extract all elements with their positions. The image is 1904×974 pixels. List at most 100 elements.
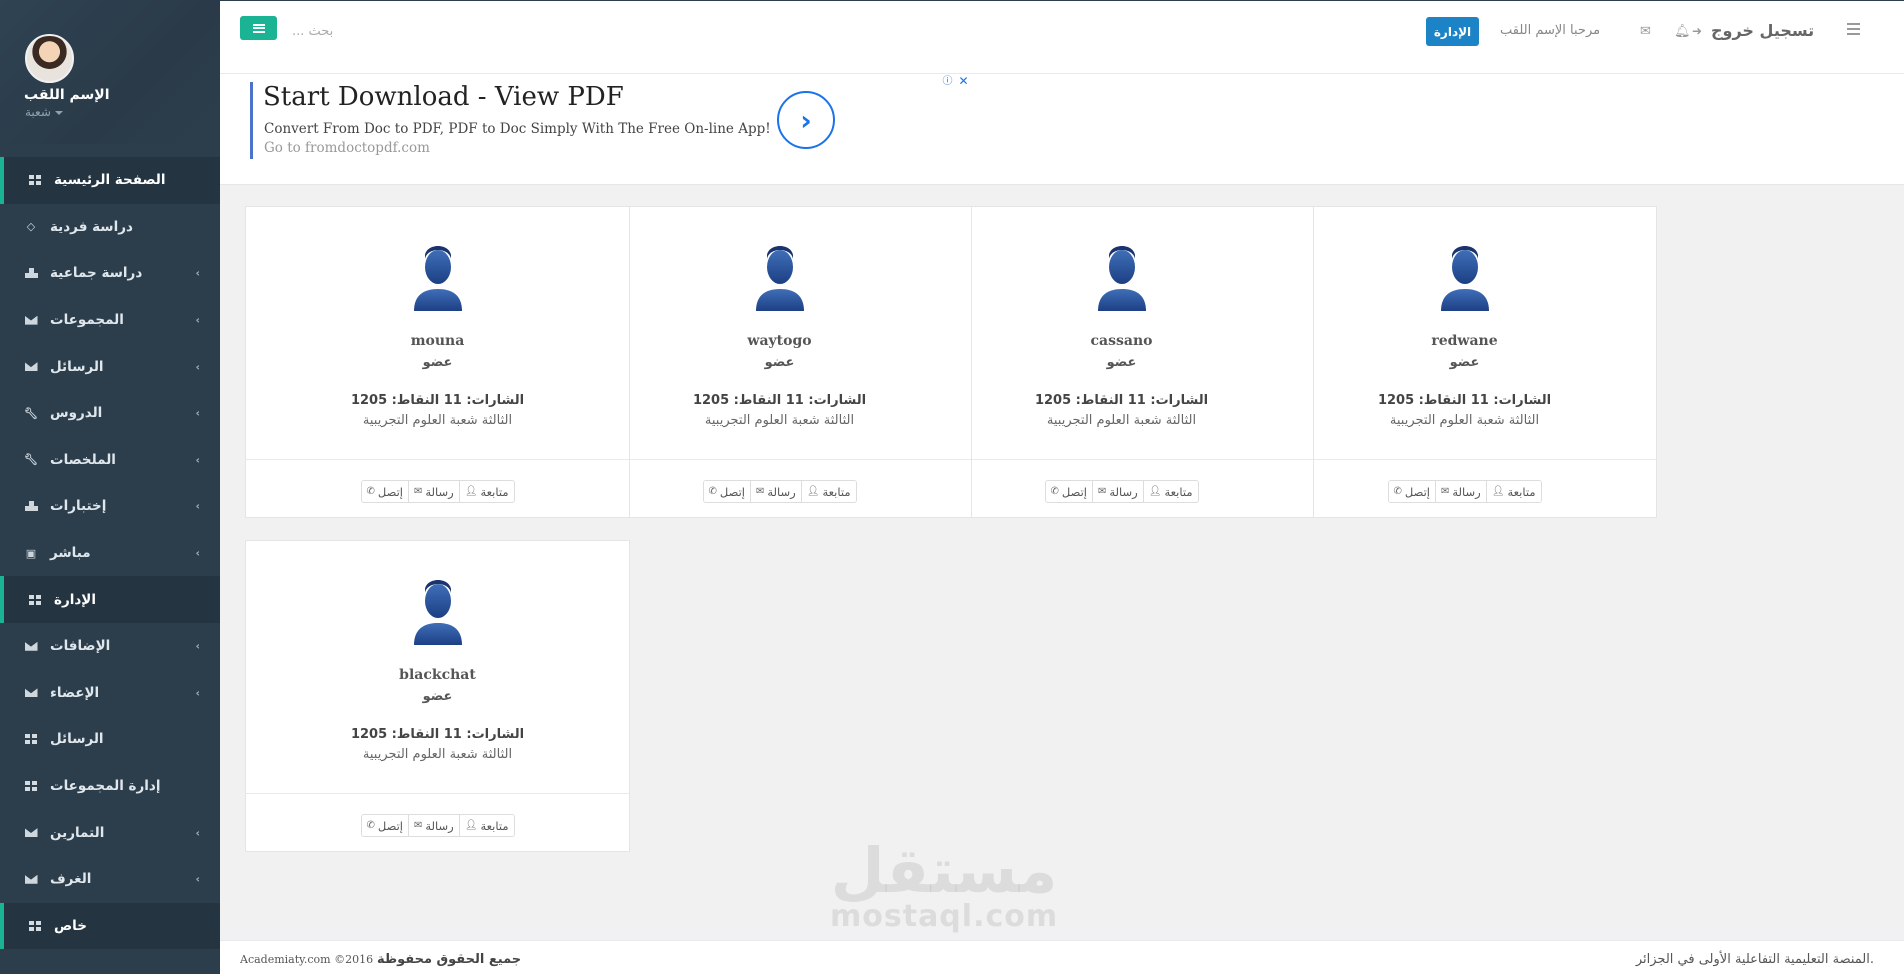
follow-button[interactable]: 👤︎ متابعة <box>1142 481 1198 502</box>
list-icon[interactable] <box>1847 23 1860 35</box>
user-plus-icon: 👤︎ <box>464 820 478 831</box>
user-avatar-icon[interactable] <box>752 243 808 311</box>
grid-icon <box>28 173 42 187</box>
watermark-latin: mostaql.com <box>830 899 1059 934</box>
member-class: الثالثة شعبة العلوم التجريبية <box>704 413 855 428</box>
member-role: عضو <box>1106 355 1137 370</box>
member-card: cassano عضو الشارات: 11 النقاط: 1205 الثالث… <box>929 206 1314 518</box>
message-button[interactable]: ✉ رسالة <box>1091 481 1143 502</box>
user-avatar-icon[interactable] <box>410 243 466 311</box>
member-role: عضو <box>422 689 453 704</box>
member-name[interactable]: redwane <box>1273 333 1656 349</box>
sidebar-item[interactable]: الصفحة الرئيسية <box>0 157 220 204</box>
bell-icon[interactable]: 🔔︎ <box>1674 24 1691 39</box>
wrench-icon: 🔧︎ <box>24 453 38 467</box>
sidebar-item[interactable]: إختبارات ‹ <box>0 483 220 530</box>
contact-button[interactable]: ✆ إتصل <box>1388 481 1435 502</box>
admin-button[interactable]: الإدارة <box>1426 17 1479 46</box>
sidebar-item[interactable]: الإضافات ‹ <box>0 623 220 670</box>
sidebar-item[interactable]: الإعضاء ‹ <box>0 670 220 717</box>
sidebar-item[interactable]: ▣ مباشر ‹ <box>0 530 220 577</box>
chevron-right-icon[interactable]: › <box>777 91 835 149</box>
contact-button[interactable]: ✆ إتصل <box>361 815 408 836</box>
follow-button[interactable]: 👤︎ متابعة <box>458 481 514 502</box>
sidebar-item[interactable]: ◇ دراسة فردية <box>0 204 220 251</box>
sidebar-item[interactable]: التمارين ‹ <box>0 809 220 856</box>
message-button[interactable]: ✉ رسالة <box>1434 481 1486 502</box>
user-avatar-icon[interactable] <box>1437 243 1493 311</box>
follow-button[interactable]: 👤︎ متابعة <box>800 481 856 502</box>
sidebar-item[interactable]: الرسائل ‹ <box>0 343 220 390</box>
follow-button[interactable]: 👤︎ متابعة <box>458 815 514 836</box>
sidebar-item[interactable]: 🔧︎ الدروس ‹ <box>0 390 220 437</box>
sitemap-icon <box>24 499 38 513</box>
profile-dropdown[interactable]: شعبة <box>25 105 63 119</box>
user-avatar-icon[interactable] <box>410 577 466 645</box>
footer-tagline: المنصة التعليمية التفاعلية الأولى في الج… <box>1635 952 1874 967</box>
message-button[interactable]: ✉ رسالة <box>407 815 459 836</box>
member-name[interactable]: blackchat <box>246 667 629 683</box>
member-name[interactable]: mouna <box>246 333 629 349</box>
sidebar-item[interactable]: المجموعات ‹ <box>0 297 220 344</box>
avatar[interactable] <box>25 34 74 83</box>
envelope-icon <box>24 826 38 840</box>
action-button-group: ✆ إتصل ✉ رسالة 👤︎ متابعة <box>1387 480 1542 503</box>
menu-toggle-button[interactable] <box>240 16 277 40</box>
ad-link[interactable]: Go to fromdoctopdf.com <box>264 140 430 156</box>
contact-button[interactable]: ✆ إتصل <box>361 481 408 502</box>
message-button[interactable]: ✉ رسالة <box>749 481 801 502</box>
sidebar-item[interactable]: إدارة المجموعات <box>0 763 220 810</box>
ad-title[interactable]: Start Download - View PDF <box>263 82 624 112</box>
message-button[interactable]: ✉ رسالة <box>407 481 459 502</box>
user-plus-icon: 👤︎ <box>464 486 478 497</box>
sidebar-item[interactable]: الرسائل <box>0 716 220 763</box>
logout-link[interactable]: تسجيل خروج <box>1711 21 1814 40</box>
welcome-text: مرحبا الإسم اللقب <box>1500 23 1601 38</box>
footer-rights: جميع الحقوق محفوظة <box>376 952 522 967</box>
member-name[interactable]: waytogo <box>588 333 971 349</box>
sidebar-item[interactable]: الغرف ‹ <box>0 856 220 903</box>
profile-panel: الإسم اللقب شعبة <box>0 0 220 144</box>
member-card-body: cassano عضو الشارات: 11 النقاط: 1205 الثالث… <box>930 207 1313 460</box>
member-class: الثالثة شعبة العلوم التجريبية <box>362 413 513 428</box>
member-class: الثالثة شعبة العلوم التجريبية <box>1389 413 1540 428</box>
close-icon[interactable]: ✕ <box>956 74 971 89</box>
ad-banner[interactable]: Start Download - View PDF Convert From D… <box>220 74 1904 185</box>
sidebar-item-label: خاص <box>54 917 87 934</box>
sidebar-item[interactable]: 🔧︎ الملخصات ‹ <box>0 437 220 484</box>
member-card-body: redwane عضو الشارات: 11 النقاط: 1205 الثالث… <box>1273 207 1656 460</box>
top-navbar: الإدارة مرحبا الإسم اللقب ✉ 🔔︎ ➜ تسجيل خ… <box>220 0 1904 74</box>
search-input[interactable] <box>292 19 592 43</box>
member-name[interactable]: cassano <box>930 333 1313 349</box>
sidebar-item-label: إدارة المجموعات <box>50 778 161 795</box>
contact-button[interactable]: ✆ إتصل <box>703 481 750 502</box>
contact-label: إتصل <box>377 484 403 499</box>
grid-icon <box>28 919 42 933</box>
footer-copyright: Academiaty.com ©2016 جميع الحقوق محفوظة <box>240 952 521 967</box>
envelope-icon: ✉ <box>755 486 765 497</box>
envelope-icon[interactable]: ✉ <box>1640 24 1651 39</box>
sidebar-item-label: التمارين <box>50 824 105 841</box>
chevron-left-icon: ‹ <box>195 266 200 280</box>
contact-button[interactable]: ✆ إتصل <box>1045 481 1092 502</box>
envelope-icon: ✉ <box>1440 486 1450 497</box>
sidebar-item[interactable]: دراسة جماعية ‹ <box>0 250 220 297</box>
action-button-group: ✆ إتصل ✉ رسالة 👤︎ متابعة <box>360 814 515 837</box>
hamburger-icon <box>252 23 265 33</box>
sidebar-item-label: دراسة فردية <box>50 218 133 235</box>
sidebar-item[interactable]: خاص <box>0 902 220 950</box>
phone-icon: ✆ <box>708 486 717 497</box>
user-avatar-icon[interactable] <box>1094 243 1150 311</box>
chevron-left-icon: ‹ <box>195 872 200 886</box>
sidebar-item[interactable]: الإدارة <box>0 576 220 623</box>
follow-button[interactable]: 👤︎ متابعة <box>1485 481 1541 502</box>
info-icon[interactable]: ⓘ <box>940 74 955 89</box>
action-button-group: ✆ إتصل ✉ رسالة 👤︎ متابعة <box>360 480 515 503</box>
sign-out-icon: ➜ <box>1692 24 1703 38</box>
diamond-icon: ◇ <box>26 220 36 234</box>
phone-icon: ✆ <box>366 486 375 497</box>
follow-label: متابعة <box>1164 484 1193 499</box>
grid-icon <box>24 779 38 793</box>
envelope-icon <box>24 872 38 886</box>
sidebar-item-label: الغرف <box>50 871 92 888</box>
